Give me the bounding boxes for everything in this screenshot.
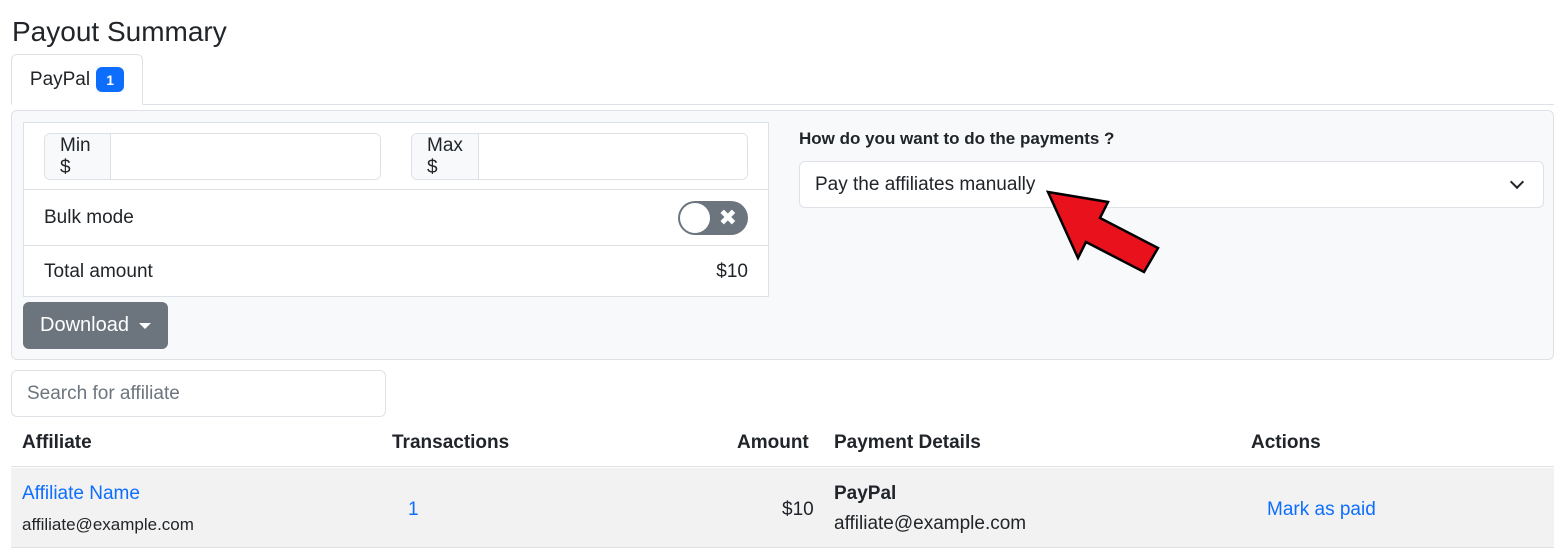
- x-icon: ✖: [718, 204, 737, 230]
- min-label: Min $: [45, 134, 111, 179]
- header-transactions: Transactions: [392, 432, 510, 453]
- affiliate-search-input[interactable]: [11, 370, 386, 417]
- affiliate-email: affiliate@example.com: [22, 515, 194, 534]
- bulk-mode-row: Bulk mode ✖: [24, 190, 768, 246]
- annotation-arrow-icon: [1045, 190, 1160, 274]
- page-title: Payout Summary: [12, 16, 227, 47]
- download-button[interactable]: Download: [23, 302, 168, 349]
- total-amount-value: $10: [716, 260, 748, 282]
- min-amount-input[interactable]: [111, 134, 380, 179]
- toggle-knob: [680, 202, 710, 233]
- payment-method: PayPal: [834, 483, 897, 504]
- total-amount-label: Total amount: [44, 260, 153, 282]
- max-amount-group: Max $: [411, 133, 748, 180]
- tab-count-badge: 1: [96, 67, 125, 92]
- tab-paypal[interactable]: PayPal 1: [11, 54, 143, 105]
- total-amount-row: Total amount $10: [24, 246, 768, 297]
- payout-table: Affiliate Transactions Amount Payment De…: [11, 420, 1554, 548]
- filters-card: Min $ Max $ Bulk mode ✖ Total amount $10: [23, 122, 769, 297]
- table-header: Affiliate Transactions Amount Payment De…: [11, 420, 1554, 467]
- header-actions: Actions: [1251, 432, 1321, 453]
- amount-value: $10: [782, 499, 814, 520]
- payment-method-value: Pay the affiliates manually: [815, 173, 1036, 195]
- header-affiliate: Affiliate: [22, 432, 92, 453]
- affiliate-name-link[interactable]: Affiliate Name: [22, 483, 140, 505]
- chevron-down-icon: [1509, 174, 1525, 189]
- payment-method-label: How do you want to do the payments ?: [799, 129, 1115, 148]
- bulk-mode-label: Bulk mode: [44, 206, 134, 228]
- max-amount-input[interactable]: [478, 134, 747, 179]
- download-label: Download: [40, 314, 129, 336]
- table-row: Affiliate Name affiliate@example.com 1 $…: [11, 468, 1554, 548]
- amount-filters: Min $ Max $: [24, 123, 768, 190]
- payment-email: affiliate@example.com: [834, 513, 1027, 534]
- tab-label: PayPal: [29, 68, 91, 90]
- header-payment-details: Payment Details: [834, 432, 981, 453]
- min-amount-group: Min $: [44, 133, 381, 180]
- payment-method-select[interactable]: Pay the affiliates manually: [799, 161, 1544, 208]
- transactions-link[interactable]: 1: [408, 499, 419, 521]
- mark-as-paid-link[interactable]: Mark as paid: [1267, 499, 1376, 521]
- tab-bar: PayPal 1: [11, 54, 1554, 105]
- header-amount: Amount: [737, 432, 809, 453]
- caret-down-icon: [138, 322, 151, 329]
- bulk-mode-toggle[interactable]: ✖: [678, 200, 748, 235]
- max-label: Max $: [412, 134, 479, 179]
- payout-panel: Min $ Max $ Bulk mode ✖ Total amount $10…: [11, 110, 1554, 360]
